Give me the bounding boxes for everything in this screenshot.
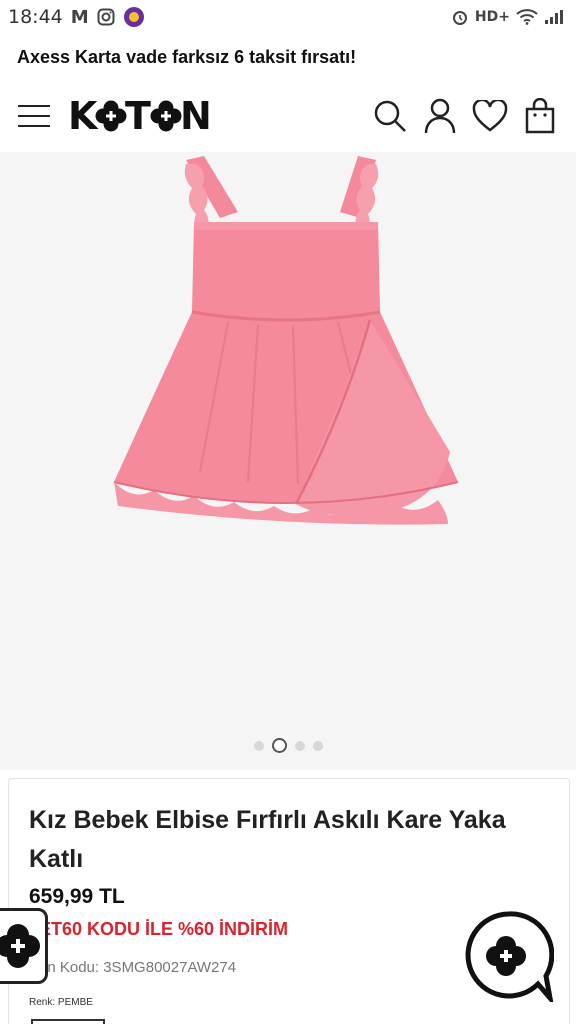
promo-banner-text: Axess Karta vade farksız 6 taksit fırsat… [17,46,357,67]
product-code: ün Kodu: 3SMG80027AW274 [39,959,237,976]
color-label: Renk: PEMBE [29,997,93,1008]
pagination-dot[interactable] [253,740,264,751]
alarm-icon [452,11,467,25]
product-price: 659,99 TL [29,885,125,908]
instagram-notification-icon [97,8,115,26]
heart-icon[interactable] [472,98,508,134]
color-swatch[interactable] [31,1019,105,1024]
network-type: HD+ [474,9,510,25]
wifi-icon [516,9,538,25]
koton-clover-icon [0,924,40,968]
gmail-notification-icon: M [70,6,89,28]
product-image [113,156,459,525]
svg-text:N: N [180,98,211,134]
pagination-dot[interactable] [294,740,305,751]
gallery-pagination[interactable] [0,738,576,753]
promo-banner[interactable]: Axess Karta vade farksız 6 taksit fırsat… [0,34,576,80]
signal-icon [545,10,563,24]
koton-logo[interactable]: K T N [68,98,226,134]
floating-app-button[interactable] [0,908,48,984]
site-header: K T N [0,82,576,150]
menu-icon[interactable] [16,98,52,134]
app-notification-icon [123,7,144,27]
chat-button[interactable] [462,910,555,1007]
promo-code-text: ET60 KODU İLE %60 İNDİRİM [39,919,289,939]
user-icon[interactable] [422,98,458,134]
search-icon[interactable] [372,98,408,134]
bag-icon[interactable] [522,98,558,134]
chat-icon [465,911,555,1007]
pagination-dot[interactable] [312,740,323,751]
svg-text:T: T [125,98,151,134]
status-bar: 18:44 M HD+ [0,0,576,34]
svg-text:K: K [68,98,99,134]
status-time: 18:44 [8,6,63,28]
product-title: Kız Bebek Elbise Fırfırlı Askılı Kare Ya… [29,806,506,873]
pagination-dot-active[interactable] [271,738,287,753]
product-image-gallery[interactable] [0,152,576,770]
